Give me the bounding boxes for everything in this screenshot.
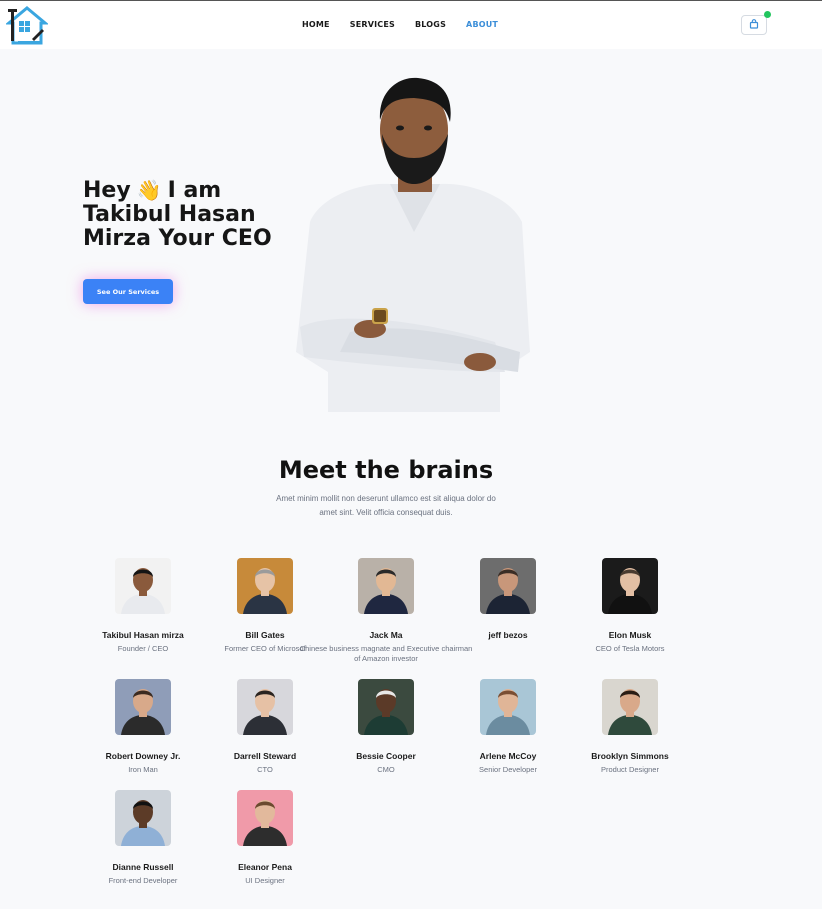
avatar: [358, 558, 414, 614]
see-services-button[interactable]: See Our Services: [83, 279, 173, 304]
member-name: Takibul Hasan mirza: [102, 630, 184, 640]
member-name: Robert Downey Jr.: [105, 751, 181, 761]
avatar: [115, 790, 171, 846]
team-card[interactable]: Darrell Steward CTO: [200, 679, 330, 775]
team-card[interactable]: Takibul Hasan mirza Founder / CEO: [78, 558, 208, 654]
team-card[interactable]: jeff bezos: [443, 558, 573, 644]
member-role: CMO: [377, 765, 395, 774]
member-name: Elon Musk: [608, 630, 652, 640]
avatar: [237, 790, 293, 846]
main-nav: HOME SERVICES BLOGS ABOUT: [302, 20, 518, 29]
avatar: [602, 679, 658, 735]
member-role: Iron Man: [128, 765, 158, 774]
nav-about[interactable]: ABOUT: [466, 20, 498, 29]
nav-services[interactable]: SERVICES: [350, 20, 395, 29]
avatar: [237, 679, 293, 735]
team-card[interactable]: Bessie Cooper CMO: [321, 679, 451, 775]
member-name: Arlene McCoy: [479, 751, 537, 761]
member-name: Bessie Cooper: [356, 751, 416, 761]
section-subtitle: Amet minim mollit non deserunt ullamco e…: [276, 494, 496, 517]
waving-hand-icon: 👋: [136, 178, 162, 202]
shopping-bag-icon: [749, 16, 759, 34]
avatar: [115, 679, 171, 735]
ceo-portrait-image: [290, 72, 538, 412]
avatar: [480, 558, 536, 614]
avatar: [480, 679, 536, 735]
avatar: [358, 679, 414, 735]
member-name: Darrell Steward: [233, 751, 297, 761]
member-role: UI Designer: [245, 876, 285, 885]
team-card[interactable]: Elon Musk CEO of Tesla Motors: [565, 558, 695, 654]
avatar: [602, 558, 658, 614]
member-role: CTO: [257, 765, 273, 774]
avatar: [115, 558, 171, 614]
avatar: [237, 558, 293, 614]
team-card[interactable]: Arlene McCoy Senior Developer: [443, 679, 573, 775]
team-card[interactable]: Dianne Russell Front-end Developer: [78, 790, 208, 886]
member-role: CEO of Tesla Motors: [595, 644, 665, 653]
team-card[interactable]: Brooklyn Simmons Product Designer: [565, 679, 695, 775]
member-name: jeff bezos: [488, 630, 528, 640]
member-role: Front-end Developer: [108, 876, 178, 885]
member-name: Dianne Russell: [112, 862, 174, 872]
team-card[interactable]: Robert Downey Jr. Iron Man: [78, 679, 208, 775]
member-role: Founder / CEO: [117, 644, 169, 653]
member-name: Eleanor Pena: [238, 862, 292, 872]
navbar: HOME SERVICES BLOGS ABOUT: [0, 1, 822, 49]
team-card[interactable]: Eleanor Pena UI Designer: [200, 790, 330, 886]
house-logo-icon[interactable]: [4, 5, 50, 47]
section-title: Meet the brains: [278, 456, 494, 484]
hero-title: Hey 👋 I am Takibul Hasan Mirza Your CEO: [83, 178, 272, 251]
nav-blogs[interactable]: BLOGS: [415, 20, 446, 29]
nav-home[interactable]: HOME: [302, 20, 330, 29]
member-role: Product Designer: [601, 765, 659, 774]
member-name: Brooklyn Simmons: [591, 751, 669, 761]
member-role: Senior Developer: [479, 765, 537, 774]
member-role: Chinese business magnate and Executive c…: [299, 644, 473, 663]
status-dot: [764, 11, 771, 18]
cart-button[interactable]: [741, 11, 771, 35]
